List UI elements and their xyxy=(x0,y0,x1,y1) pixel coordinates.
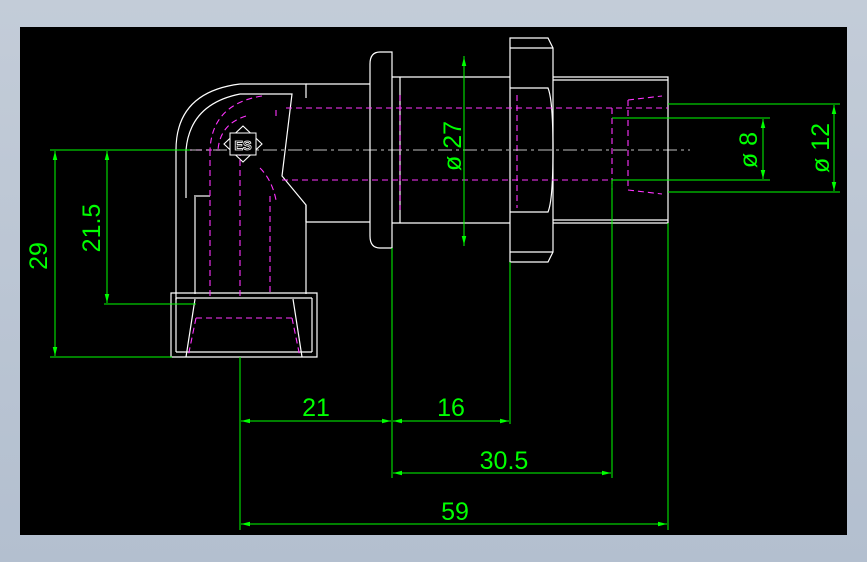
part-outline xyxy=(170,37,669,358)
drawing-canvas[interactable]: ES 29 21.5 ø 27 ø 8 ø 12 21 16 30.5 59 xyxy=(20,27,847,535)
dim-30-5-text: 30.5 xyxy=(480,447,529,475)
dim-21-5-text: 21.5 xyxy=(78,204,106,253)
dim-16-text: 16 xyxy=(437,394,465,422)
cad-drawing: ES 29 21.5 ø 27 ø 8 ø 12 21 16 30.5 59 xyxy=(25,37,840,530)
dim-dia-8-text: ø 8 xyxy=(735,132,763,168)
es-marking-symbol: ES xyxy=(223,125,263,163)
dim-29-text: 29 xyxy=(25,242,53,270)
dim-59-text: 59 xyxy=(441,498,469,526)
dim-21-text: 21 xyxy=(302,394,330,422)
dim-dia-27-text: ø 27 xyxy=(439,121,467,171)
dim-dia-12-text: ø 12 xyxy=(807,123,835,173)
es-marking: ES xyxy=(234,138,252,153)
